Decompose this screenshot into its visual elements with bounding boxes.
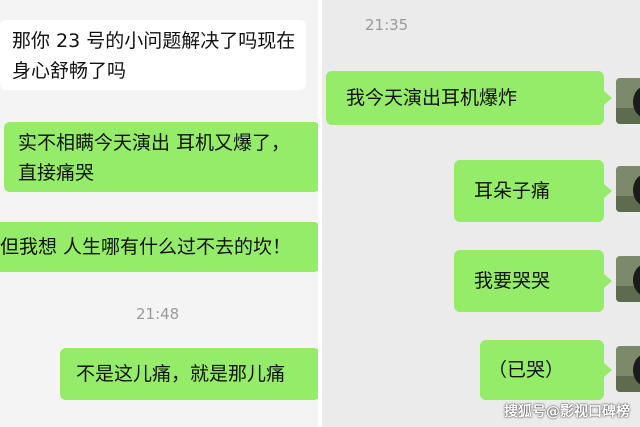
message-text: 我今天演出耳机爆炸 — [346, 87, 518, 109]
message-text: （已哭） — [488, 359, 565, 381]
dog-avatar-icon[interactable] — [616, 78, 640, 124]
message-text-line: 直接痛哭 — [18, 162, 95, 184]
message-text: 我要哭哭 — [474, 270, 551, 292]
message-text-line: 那你 23 号的小问题解决了吗现在 — [12, 30, 296, 52]
sent-message[interactable]: 但我想 人生哪有什么过不去的坎！ — [0, 222, 318, 272]
message-text: 不是这儿痛，就是那儿痛 — [76, 363, 286, 385]
message-text: 耳朵子痛 — [474, 180, 551, 202]
sent-message[interactable]: （已哭） — [480, 340, 612, 400]
timestamp: 21:35 — [365, 16, 409, 34]
message-text-line: 身心舒畅了吗 — [12, 60, 127, 82]
timestamp: 21:48 — [136, 305, 180, 323]
message-text-line: 实不相瞒今天演出 耳机又爆了， — [18, 132, 291, 154]
watermark: 搜狐号@影视口碑榜 — [504, 404, 630, 420]
left-chat-panel: 那你 23 号的小问题解决了吗现在 身心舒畅了吗 实不相瞒今天演出 耳机又爆了，… — [0, 0, 318, 427]
dog-avatar-icon[interactable] — [616, 166, 640, 212]
dog-avatar-icon[interactable] — [616, 256, 640, 302]
right-chat-panel: 21:35 我今天演出耳机爆炸 耳朵子痛 我要哭哭 （已哭） — [322, 0, 640, 427]
sent-message[interactable]: 实不相瞒今天演出 耳机又爆了， 直接痛哭 — [4, 122, 318, 192]
sent-message[interactable]: 我要哭哭 — [454, 250, 612, 312]
sent-message[interactable]: 不是这儿痛，就是那儿痛 — [60, 348, 318, 400]
sent-message[interactable]: 耳朵子痛 — [454, 160, 612, 222]
message-text: 但我想 人生哪有什么过不去的坎！ — [0, 236, 292, 258]
received-message[interactable]: 那你 23 号的小问题解决了吗现在 身心舒畅了吗 — [0, 20, 306, 90]
sent-message[interactable]: 我今天演出耳机爆炸 — [326, 71, 612, 125]
dog-avatar-icon[interactable] — [616, 346, 640, 392]
